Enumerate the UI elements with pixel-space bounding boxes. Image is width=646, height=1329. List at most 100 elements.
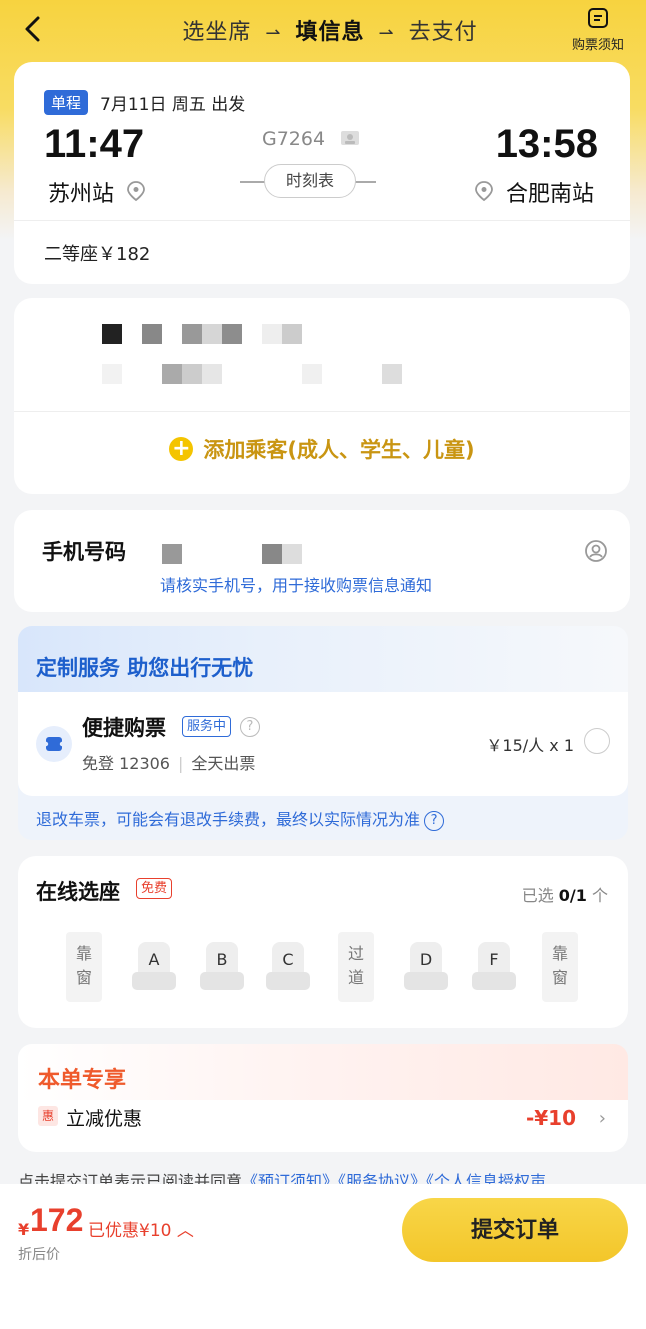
redacted-block xyxy=(262,544,282,564)
step-progress: 选坐席 ⇀ 填信息 ⇀ 去支付 xyxy=(150,14,510,46)
seat-selection-card: 在线选座 免费 已选 0/1 个 靠窗 A B C 过道 D F 靠窗 xyxy=(18,856,628,1028)
redacted-block xyxy=(182,364,202,384)
back-button[interactable] xyxy=(18,12,50,46)
chevron-right-icon: › xyxy=(598,1108,606,1129)
service-header: 定制服务 助您出行无忧 xyxy=(18,626,628,694)
redacted-block xyxy=(142,324,162,344)
step-pay: 去支付 xyxy=(408,20,478,45)
plus-icon: + xyxy=(169,437,194,461)
phone-card: 手机号码 请核实手机号，用于接收购票信息通知 xyxy=(14,510,630,612)
redacted-block xyxy=(262,324,282,344)
service-price: ￥15/人 x 1 xyxy=(486,736,574,755)
seat-base xyxy=(200,972,244,990)
after-discount-label: 折后价 xyxy=(18,1247,60,1263)
window-label-left: 靠窗 xyxy=(66,932,102,1002)
step-arrow-icon: ⇀ xyxy=(265,23,282,44)
train-number: G7264 xyxy=(262,128,326,150)
currency-symbol: ¥ xyxy=(18,1220,30,1239)
help-icon[interactable]: ? xyxy=(240,717,260,737)
divider xyxy=(14,411,630,412)
service-desc-2: 全天出票 xyxy=(191,754,256,773)
seat-letter: C xyxy=(282,950,294,969)
redacted-block xyxy=(222,324,242,344)
redacted-block xyxy=(202,324,222,344)
arrival-time: 13:58 xyxy=(495,122,598,166)
service-status-badge: 服务中 xyxy=(182,716,232,737)
location-pin-icon[interactable] xyxy=(474,180,494,202)
seat-count-suffix: 个 xyxy=(586,886,608,905)
service-title: 定制服务 助您出行无忧 xyxy=(36,656,254,680)
aisle-label: 过道 xyxy=(338,932,374,1002)
seat-f[interactable]: F xyxy=(472,942,516,992)
seat-base xyxy=(266,972,310,990)
seat-base xyxy=(472,972,516,990)
add-passenger-label: 添加乘客(成人、学生、儿童) xyxy=(203,438,475,462)
notice-document-icon xyxy=(588,8,608,28)
free-badge: 免费 xyxy=(136,878,173,899)
redacted-block xyxy=(182,324,202,344)
exclusive-offer-card[interactable]: 本单专享 惠 立减优惠 -¥10 › xyxy=(18,1044,628,1152)
ticket-notice-label: 购票须知 xyxy=(571,38,624,53)
seat-b[interactable]: B xyxy=(200,942,244,992)
redacted-block xyxy=(162,544,182,564)
redacted-block xyxy=(202,364,222,384)
contact-icon[interactable] xyxy=(584,539,608,563)
refund-note-text: 退改车票，可能会有退改手续费，最终以实际情况为准 xyxy=(36,810,421,829)
trip-type-badge: 单程 xyxy=(44,90,89,115)
seat-count-prefix: 已选 xyxy=(521,886,559,905)
step-choose-seat: 选坐席 xyxy=(182,20,252,45)
redacted-block xyxy=(282,324,302,344)
help-icon[interactable]: ? xyxy=(424,811,445,831)
seat-a[interactable]: A xyxy=(132,942,176,992)
passenger-card: + 添加乘客(成人、学生、儿童) xyxy=(14,298,630,494)
discounted-amount: 已优惠¥10 xyxy=(88,1221,172,1241)
exclusive-title: 本单专享 xyxy=(38,1068,127,1093)
refund-note: 退改车票，可能会有退改手续费，最终以实际情况为准? xyxy=(36,806,445,831)
redacted-block xyxy=(102,324,122,344)
seat-letter: B xyxy=(216,950,228,969)
step-fill-info: 填信息 xyxy=(295,20,365,45)
submit-order-button[interactable]: 提交订单 xyxy=(402,1198,628,1262)
divider xyxy=(14,220,630,221)
departure-time: 11:47 xyxy=(44,122,145,166)
departure-station: 苏州站 xyxy=(48,182,115,207)
header: 选坐席 ⇀ 填信息 ⇀ 去支付 购票须知 xyxy=(0,0,646,58)
departure-date: 7月11日 周五 出发 xyxy=(100,95,246,115)
seat-count-value: 0/1 xyxy=(558,886,587,905)
bottom-bar: ¥ 172 已优惠¥10 ︿ 折后价 提交订单 xyxy=(0,1184,646,1329)
location-pin-icon[interactable] xyxy=(126,180,146,202)
timetable-button[interactable]: 时刻表 xyxy=(264,164,356,198)
add-passenger-button[interactable]: + 添加乘客(成人、学生、儿童) xyxy=(14,434,630,464)
discount-detail-toggle[interactable]: 已优惠¥10 ︿ xyxy=(88,1216,194,1241)
total-price: 172 xyxy=(30,1202,84,1238)
window-text: 靠窗 xyxy=(75,944,92,987)
separator: | xyxy=(178,754,184,773)
window-label-right: 靠窗 xyxy=(542,932,578,1002)
service-select-radio[interactable] xyxy=(584,728,610,754)
redacted-block xyxy=(382,364,402,384)
window-text: 靠窗 xyxy=(551,944,568,987)
exclusive-header: 本单专享 xyxy=(18,1044,628,1100)
redacted-block xyxy=(282,544,302,564)
chevron-up-icon: ︿ xyxy=(176,1221,194,1241)
timetable-line-left xyxy=(240,181,266,183)
seat-d[interactable]: D xyxy=(404,942,448,992)
seat-selection-title: 在线选座 xyxy=(36,880,120,904)
ticket-notice-button[interactable]: 购票须知 xyxy=(566,6,630,56)
quick-ticket-icon xyxy=(36,726,72,762)
quick-ticket-option[interactable]: 便捷购票 服务中 ? 免登 12306 | 全天出票 ￥15/人 x 1 xyxy=(18,692,628,796)
discount-value: -¥10 xyxy=(525,1106,576,1130)
service-name: 便捷购票 xyxy=(82,716,166,740)
service-description: 免登 12306 | 全天出票 xyxy=(82,750,255,774)
seat-c[interactable]: C xyxy=(266,942,310,992)
discount-label: 立减优惠 xyxy=(66,1108,143,1130)
seat-letter: D xyxy=(419,950,433,969)
chevron-left-icon xyxy=(25,16,40,42)
redacted-block xyxy=(302,364,322,384)
seat-selected-count: 已选 0/1 个 xyxy=(522,882,608,906)
service-desc-1: 免登 12306 xyxy=(82,754,170,773)
seat-letter: F xyxy=(489,950,499,969)
phone-label: 手机号码 xyxy=(42,540,126,564)
arrival-station: 合肥南站 xyxy=(505,182,594,207)
aisle-text: 过道 xyxy=(347,944,364,987)
